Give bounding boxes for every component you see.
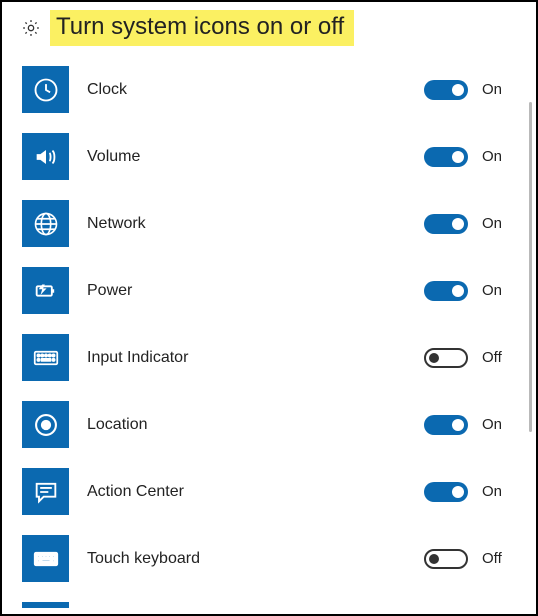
toggle-switch[interactable] [424, 147, 468, 167]
location-icon [22, 401, 69, 448]
toggle-switch[interactable] [424, 281, 468, 301]
system-icon-row: Input Indicator Off [22, 334, 512, 381]
action-center-icon [22, 468, 69, 515]
toggle-state-label: On [482, 483, 512, 500]
system-icon-row: Power On [22, 267, 512, 314]
toggle-state-label: On [482, 81, 512, 98]
touch-keyboard-icon [22, 535, 69, 582]
volume-icon [22, 133, 69, 180]
system-icon-label: Location [87, 416, 424, 434]
toggle-state-label: Off [482, 349, 512, 366]
system-icon-row: Location On [22, 401, 512, 448]
toggle-state-label: On [482, 282, 512, 299]
page-header: Turn system icons on or off [2, 2, 536, 48]
clock-icon [22, 66, 69, 113]
toggle-state-label: Off [482, 550, 512, 567]
system-icon-label: Volume [87, 148, 424, 166]
system-icon-label: Network [87, 215, 424, 233]
power-icon [22, 267, 69, 314]
toggle-state-label: On [482, 148, 512, 165]
page-title: Turn system icons on or off [50, 10, 354, 46]
system-icon-row: Action Center On [22, 468, 512, 515]
system-icon-row: Network On [22, 200, 512, 247]
toggle-switch[interactable] [424, 80, 468, 100]
system-icon-row: Volume On [22, 133, 512, 180]
toggle-state-label: On [482, 215, 512, 232]
system-icon-label: Input Indicator [87, 349, 424, 367]
toggle-switch[interactable] [424, 214, 468, 234]
toggle-state-label: On [482, 416, 512, 433]
toggle-switch[interactable] [424, 549, 468, 569]
toggle-switch[interactable] [424, 482, 468, 502]
system-icon-row: Touch keyboard Off [22, 535, 512, 582]
scrollbar[interactable] [529, 102, 532, 432]
system-icon-label: Power [87, 282, 424, 300]
toggle-switch[interactable] [424, 348, 468, 368]
gear-icon [20, 17, 42, 39]
partial-next-row [22, 602, 69, 608]
system-icon-label: Touch keyboard [87, 550, 424, 568]
input-indicator-icon [22, 334, 69, 381]
system-icon-row: Clock On [22, 66, 512, 113]
system-icon-label: Clock [87, 81, 424, 99]
toggle-switch[interactable] [424, 415, 468, 435]
system-icons-list: Clock On Volume On Network On Power On Input Ind… [2, 48, 536, 608]
network-icon [22, 200, 69, 247]
system-icon-label: Action Center [87, 483, 424, 501]
